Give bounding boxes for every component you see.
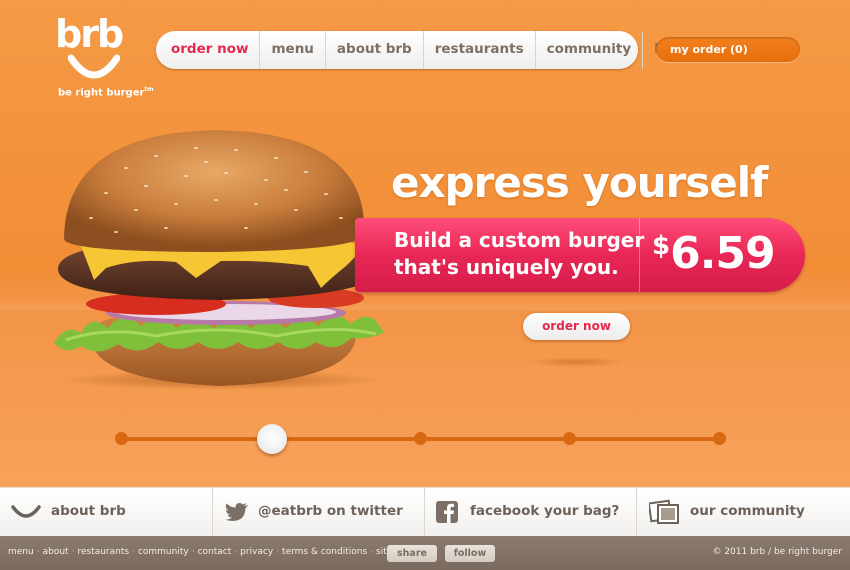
footer-links: menu · about · restaurants · community · contact…	[8, 547, 426, 557]
social-bar: about brb @eatbrb on twitter facebook yo…	[0, 487, 850, 537]
footer-link-about[interactable]: about	[43, 547, 69, 557]
smile-icon	[11, 505, 41, 518]
footer-link-community[interactable]: community	[138, 547, 189, 557]
promo-text: Build a custom burger that's uniquely yo…	[394, 227, 644, 281]
social-facebook[interactable]: facebook your bag?	[425, 488, 637, 537]
site-footer: menu · about · restaurants · community · contact…	[0, 536, 850, 570]
nav-community[interactable]: community	[536, 31, 644, 69]
footer-link-restaurants[interactable]: restaurants	[77, 547, 129, 557]
carousel-handle[interactable]	[257, 424, 287, 454]
twitter-bird-icon	[225, 503, 248, 521]
facebook-icon	[436, 501, 458, 523]
footer-link-menu[interactable]: menu	[8, 547, 34, 557]
social-twitter-label: @eatbrb on twitter	[258, 503, 403, 519]
footer-separator: ·	[36, 547, 40, 557]
footer-separator: ·	[370, 547, 374, 557]
promo-line-1: Build a custom burger	[394, 228, 645, 252]
carousel-dot-1[interactable]	[115, 432, 128, 445]
burger-photo	[54, 130, 384, 390]
carousel-dot-5[interactable]	[713, 432, 726, 445]
promo-divider	[639, 218, 640, 292]
footer-separator: ·	[132, 547, 135, 557]
nav-about-brb[interactable]: about brb	[326, 31, 424, 69]
price-value: 6.59	[670, 228, 776, 279]
social-community-label: our community	[690, 503, 805, 519]
copyright-text: © 2011 brb / be right burger	[712, 547, 842, 557]
hero-headline: express yourself	[391, 158, 768, 207]
social-about-label: about brb	[51, 503, 126, 519]
button-shadow	[528, 357, 626, 367]
footer-separator: ·	[276, 547, 280, 557]
footer-separator: ·	[234, 547, 238, 557]
brb-logo[interactable]: brb be right burgertm	[55, 12, 154, 100]
social-about-brb[interactable]: about brb	[0, 488, 213, 537]
main-nav: order now menu about brb restaurants com…	[156, 31, 692, 69]
order-now-button[interactable]: order now	[523, 313, 630, 340]
footer-link-privacy[interactable]: privacy	[240, 547, 273, 557]
nav-menu[interactable]: menu	[260, 31, 326, 69]
social-facebook-label: facebook your bag?	[470, 503, 620, 519]
my-order-button[interactable]: my order (0)	[656, 37, 800, 62]
promo-banner[interactable]: Build a custom burger that's uniquely yo…	[355, 218, 805, 292]
logo-smile-icon	[68, 54, 120, 79]
footer-separator: ·	[71, 547, 75, 557]
logo-tagline: be right burgertm	[58, 86, 154, 99]
photos-icon	[649, 499, 679, 524]
logo-wordmark: brb	[55, 12, 124, 56]
share-button[interactable]: share	[387, 545, 437, 562]
promo-line-2: that's uniquely you.	[394, 255, 619, 279]
follow-button[interactable]: follow	[445, 545, 495, 562]
footer-link-terms[interactable]: terms & conditions	[282, 547, 367, 557]
carousel-dot-3[interactable]	[414, 432, 427, 445]
carousel-dot-4[interactable]	[563, 432, 576, 445]
social-community[interactable]: our community	[637, 488, 850, 537]
price-currency: $	[652, 231, 670, 261]
promo-price: $6.59	[652, 228, 776, 279]
nav-restaurants[interactable]: restaurants	[424, 31, 536, 69]
footer-link-contact[interactable]: contact	[198, 547, 232, 557]
social-twitter[interactable]: @eatbrb on twitter	[213, 488, 425, 537]
footer-separator: ·	[191, 547, 195, 557]
nav-order-now[interactable]: order now	[156, 31, 261, 69]
